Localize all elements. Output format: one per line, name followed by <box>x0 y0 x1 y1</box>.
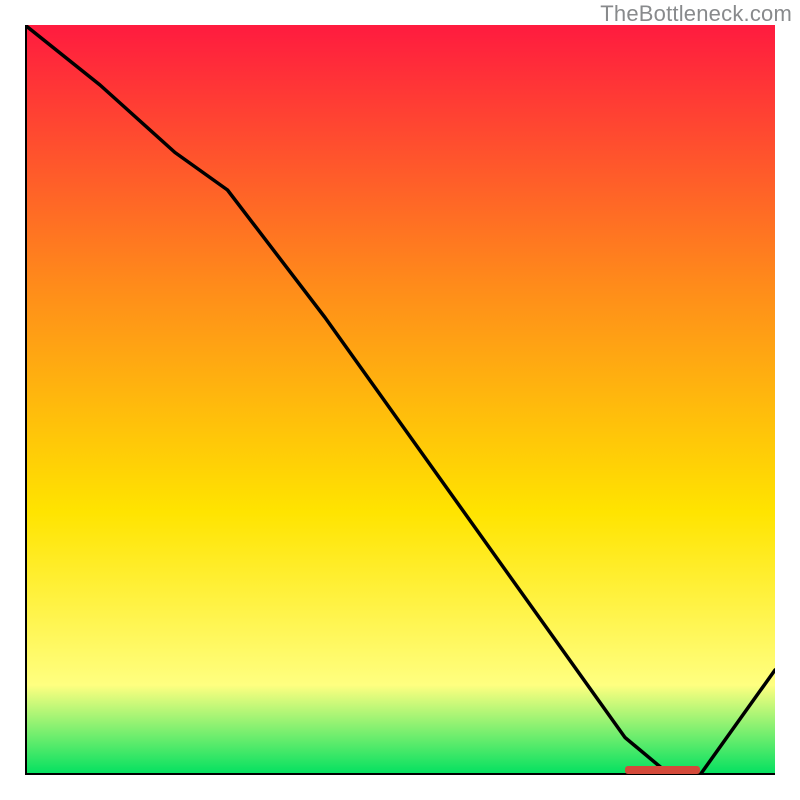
watermark-text: TheBottleneck.com <box>600 1 792 27</box>
chart-stage: TheBottleneck.com <box>0 0 800 800</box>
optimal-marker <box>625 766 700 774</box>
gradient-background <box>25 25 775 775</box>
plot-area <box>25 25 775 775</box>
chart-svg <box>25 25 775 775</box>
